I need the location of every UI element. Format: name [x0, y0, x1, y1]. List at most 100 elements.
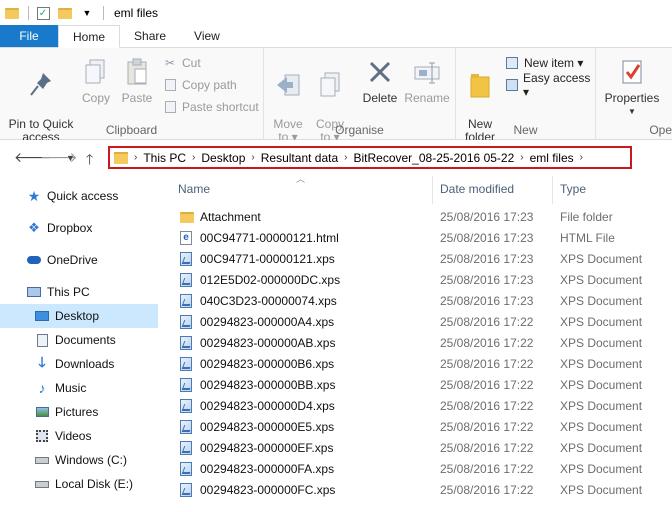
paste-button[interactable]: Paste: [118, 56, 156, 105]
chevron-right-icon[interactable]: ›: [580, 152, 583, 163]
nav-dropbox[interactable]: ❖ Dropbox: [26, 216, 184, 240]
chevron-right-icon[interactable]: ›: [192, 152, 195, 163]
paste-shortcut-button[interactable]: Paste shortcut: [162, 98, 259, 116]
folder-icon: [4, 5, 20, 21]
nav-label: OneDrive: [47, 253, 98, 267]
column-header-date-modified[interactable]: Date modified: [440, 182, 514, 196]
xps-document-icon: [180, 336, 194, 351]
file-type: XPS Document: [560, 336, 643, 350]
column-separator[interactable]: [552, 176, 553, 204]
file-name: 00C94771-00000121.xps: [200, 252, 335, 266]
table-row[interactable]: 00294823-000000E5.xps 25/08/2016 17:22 XPS…: [168, 417, 672, 438]
breadcrumb-this-pc[interactable]: This PC: [143, 151, 186, 165]
nav-label: Dropbox: [47, 221, 93, 235]
tab-view[interactable]: View: [180, 25, 234, 47]
breadcrumb-bitrecover[interactable]: BitRecover_08-25-2016 05-22: [353, 151, 514, 165]
file-name: Attachment: [200, 210, 261, 224]
file-type: HTML File: [560, 231, 615, 245]
file-type: XPS Document: [560, 462, 643, 476]
table-row[interactable]: e 00C94771-00000121.html 25/08/2016 17:23 H…: [168, 228, 672, 249]
xps-document-icon: [180, 462, 194, 477]
xps-document-icon: [180, 315, 194, 330]
nav-label: Desktop: [55, 309, 100, 323]
table-row[interactable]: 00294823-000000B6.xps 25/08/2016 17:22 XPS…: [168, 354, 672, 375]
file-type: XPS Document: [560, 420, 643, 434]
table-row[interactable]: Attachment 25/08/2016 17:23 File folder: [168, 207, 672, 228]
up-arrow-icon[interactable]: 🡑: [86, 149, 93, 173]
file-date-modified: 25/08/2016 17:23: [440, 210, 534, 224]
properties-icon: [617, 56, 647, 88]
file-name: 040C3D23-00000074.xps: [200, 294, 337, 308]
table-row[interactable]: 00294823-000000FC.xps 25/08/2016 17:22 XPS…: [168, 480, 672, 501]
pin-icon: [26, 69, 56, 101]
documents-icon: [34, 333, 50, 347]
delete-button[interactable]: Delete: [360, 56, 400, 105]
chevron-right-icon[interactable]: ›: [134, 152, 137, 163]
file-date-modified: 25/08/2016 17:23: [440, 252, 534, 266]
column-header-name[interactable]: Name: [178, 182, 210, 196]
divider: [28, 6, 29, 20]
cut-button[interactable]: ✂ Cut: [162, 54, 201, 72]
table-row[interactable]: 040C3D23-00000074.xps 25/08/2016 17:23 XPS…: [168, 291, 672, 312]
table-row[interactable]: 00294823-000000AB.xps 25/08/2016 17:22 XPS…: [168, 333, 672, 354]
tab-share[interactable]: Share: [120, 25, 180, 47]
table-row[interactable]: 00C94771-00000121.xps 25/08/2016 17:23 XPS…: [168, 249, 672, 270]
table-row[interactable]: 00294823-000000A4.xps 25/08/2016 17:22 XPS…: [168, 312, 672, 333]
chevron-right-icon[interactable]: ›: [344, 152, 347, 163]
chevron-right-icon[interactable]: ›: [251, 152, 254, 163]
breadcrumb-desktop[interactable]: Desktop: [201, 151, 245, 165]
tab-home[interactable]: Home: [58, 25, 121, 48]
file-name: 00294823-000000BB.xps: [200, 378, 336, 392]
copy-button[interactable]: Copy: [78, 56, 114, 105]
rename-button[interactable]: Rename: [404, 56, 450, 105]
new-item-label: New item ▾: [524, 56, 584, 70]
xps-document-icon: [180, 483, 194, 498]
table-row[interactable]: 00294823-000000EF.xps 25/08/2016 17:22 XPS…: [168, 438, 672, 459]
clipboard-group: Pin to Quick access Copy Paste ✂ Cut Cop…: [0, 48, 264, 144]
breadcrumb-eml-files[interactable]: eml files: [530, 151, 574, 165]
nav-label: Windows (C:): [55, 453, 128, 467]
table-row[interactable]: 00294823-000000BB.xps 25/08/2016 17:22 XPS…: [168, 375, 672, 396]
xps-document-icon: [180, 441, 194, 456]
new-item-button[interactable]: New item ▾: [504, 54, 583, 72]
column-header-type[interactable]: Type: [560, 182, 586, 196]
table-row[interactable]: 00294823-000000FA.xps 25/08/2016 17:22 XPS…: [168, 459, 672, 480]
chevron-right-icon[interactable]: ›: [520, 152, 523, 163]
file-type: XPS Document: [560, 357, 643, 371]
file-date-modified: 25/08/2016 17:22: [440, 336, 534, 350]
delete-label: Delete: [362, 91, 398, 105]
properties-check-icon[interactable]: ✓: [35, 5, 51, 21]
easy-access-icon: [504, 78, 519, 92]
ribbon-tabs: File Home Share View: [0, 25, 672, 48]
table-row[interactable]: 00294823-000000D4.xps 25/08/2016 17:22 XPS…: [168, 396, 672, 417]
nav-onedrive[interactable]: OneDrive: [26, 248, 184, 272]
file-type: File folder: [560, 210, 613, 224]
recent-locations-chevron-icon[interactable]: ▼: [66, 153, 75, 163]
organise-group: Move to ▾ Copy to ▾ Delete Rename Organi…: [264, 48, 456, 144]
properties-button[interactable]: Properties ▼: [602, 56, 662, 118]
new-folder-quick-icon[interactable]: [57, 5, 73, 21]
customize-dropdown-icon[interactable]: ▼: [79, 5, 95, 21]
easy-access-button[interactable]: Easy access ▾: [504, 71, 595, 99]
paste-icon: [122, 56, 152, 88]
file-name: 00294823-000000A4.xps: [200, 315, 335, 329]
file-name: 00294823-000000B6.xps: [200, 357, 335, 371]
nav-this-pc[interactable]: This PC: [26, 280, 184, 304]
column-separator[interactable]: [432, 176, 433, 204]
nav-desktop[interactable]: Desktop: [0, 304, 158, 328]
tab-file[interactable]: File: [0, 25, 58, 47]
properties-dropdown-icon[interactable]: ▼: [602, 105, 662, 118]
music-icon: ♪: [38, 380, 46, 396]
address-bar[interactable]: › This PC › Desktop › Resultant data › B…: [108, 146, 632, 169]
file-name: 00C94771-00000121.html: [200, 231, 339, 245]
easy-access-label: Easy access ▾: [523, 71, 591, 99]
nav-quick-access[interactable]: ★ Quick access: [26, 184, 184, 208]
copy-path-label: Copy path: [182, 78, 237, 92]
breadcrumb-resultant-data[interactable]: Resultant data: [261, 151, 338, 165]
copy-path-button[interactable]: Copy path: [162, 76, 237, 94]
table-row[interactable]: 012E5D02-000000DC.xps 25/08/2016 17:23 XPS…: [168, 270, 672, 291]
title-bar: ✓ ▼ eml files: [0, 0, 672, 26]
file-date-modified: 25/08/2016 17:22: [440, 462, 534, 476]
videos-icon: [34, 429, 50, 443]
xps-document-icon: [180, 252, 194, 267]
